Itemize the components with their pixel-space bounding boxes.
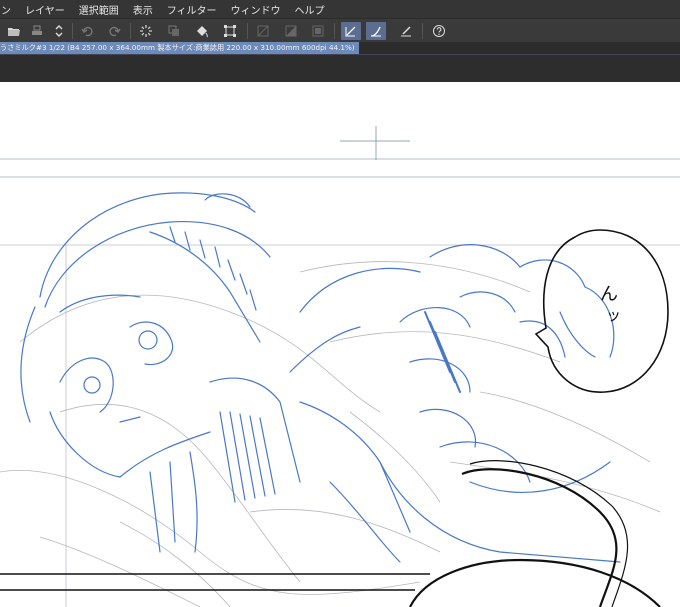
menu-item-help[interactable]: ヘルプ xyxy=(288,2,332,17)
menu-item-filter[interactable]: フィルター xyxy=(160,2,224,17)
toolbar-separator xyxy=(130,23,131,39)
document-tab[interactable]: うさミルク#3 1/22 (B4 257.00 x 364.00mm 製本サイズ… xyxy=(0,42,359,54)
toolbar-separator xyxy=(422,23,423,39)
canvas-area[interactable]: ん ッ xyxy=(0,82,680,607)
sketch-artwork xyxy=(0,126,680,607)
print-icon[interactable] xyxy=(27,22,47,40)
open-folder-icon[interactable] xyxy=(4,22,24,40)
menu-item-layer[interactable]: レイヤー xyxy=(18,2,72,17)
help-icon[interactable] xyxy=(429,22,449,40)
menu-item-view[interactable]: 表示 xyxy=(126,2,160,17)
toolbar-separator xyxy=(247,23,248,39)
sort-icon[interactable] xyxy=(49,22,69,40)
document-tab-bar: うさミルク#3 1/22 (B4 257.00 x 364.00mm 製本サイズ… xyxy=(0,42,680,82)
copy-layer-icon[interactable] xyxy=(164,22,184,40)
eraser-icon[interactable] xyxy=(396,22,416,40)
loading-icon[interactable] xyxy=(136,22,156,40)
toolbar-separator xyxy=(72,23,73,39)
ruler-half-icon[interactable] xyxy=(281,22,301,40)
fill-icon[interactable] xyxy=(192,22,212,40)
ruler-off-icon[interactable] xyxy=(253,22,273,40)
redo-icon[interactable] xyxy=(104,22,124,40)
menu-bar: ン レイヤー 選択範囲 表示 フィルター ウィンドウ ヘルプ xyxy=(0,0,680,18)
menu-item-0[interactable]: ン xyxy=(0,2,18,17)
command-bar xyxy=(0,18,680,43)
brush-correction-icon[interactable] xyxy=(366,22,386,40)
tab-divider xyxy=(0,54,680,55)
frame-icon[interactable] xyxy=(308,22,328,40)
transform-icon[interactable] xyxy=(220,22,240,40)
speech-balloon xyxy=(534,229,669,393)
undo-icon[interactable] xyxy=(78,22,98,40)
toolbar-separator xyxy=(334,23,335,39)
pen-correction-icon[interactable] xyxy=(341,22,361,40)
balloon-text-2: ッ xyxy=(606,306,622,324)
page-guides xyxy=(0,126,680,607)
menu-item-window[interactable]: ウィンドウ xyxy=(224,2,288,17)
menu-item-selection[interactable]: 選択範囲 xyxy=(72,2,126,17)
balloon-text-1: ん xyxy=(600,284,618,305)
character-sketch xyxy=(20,192,621,563)
